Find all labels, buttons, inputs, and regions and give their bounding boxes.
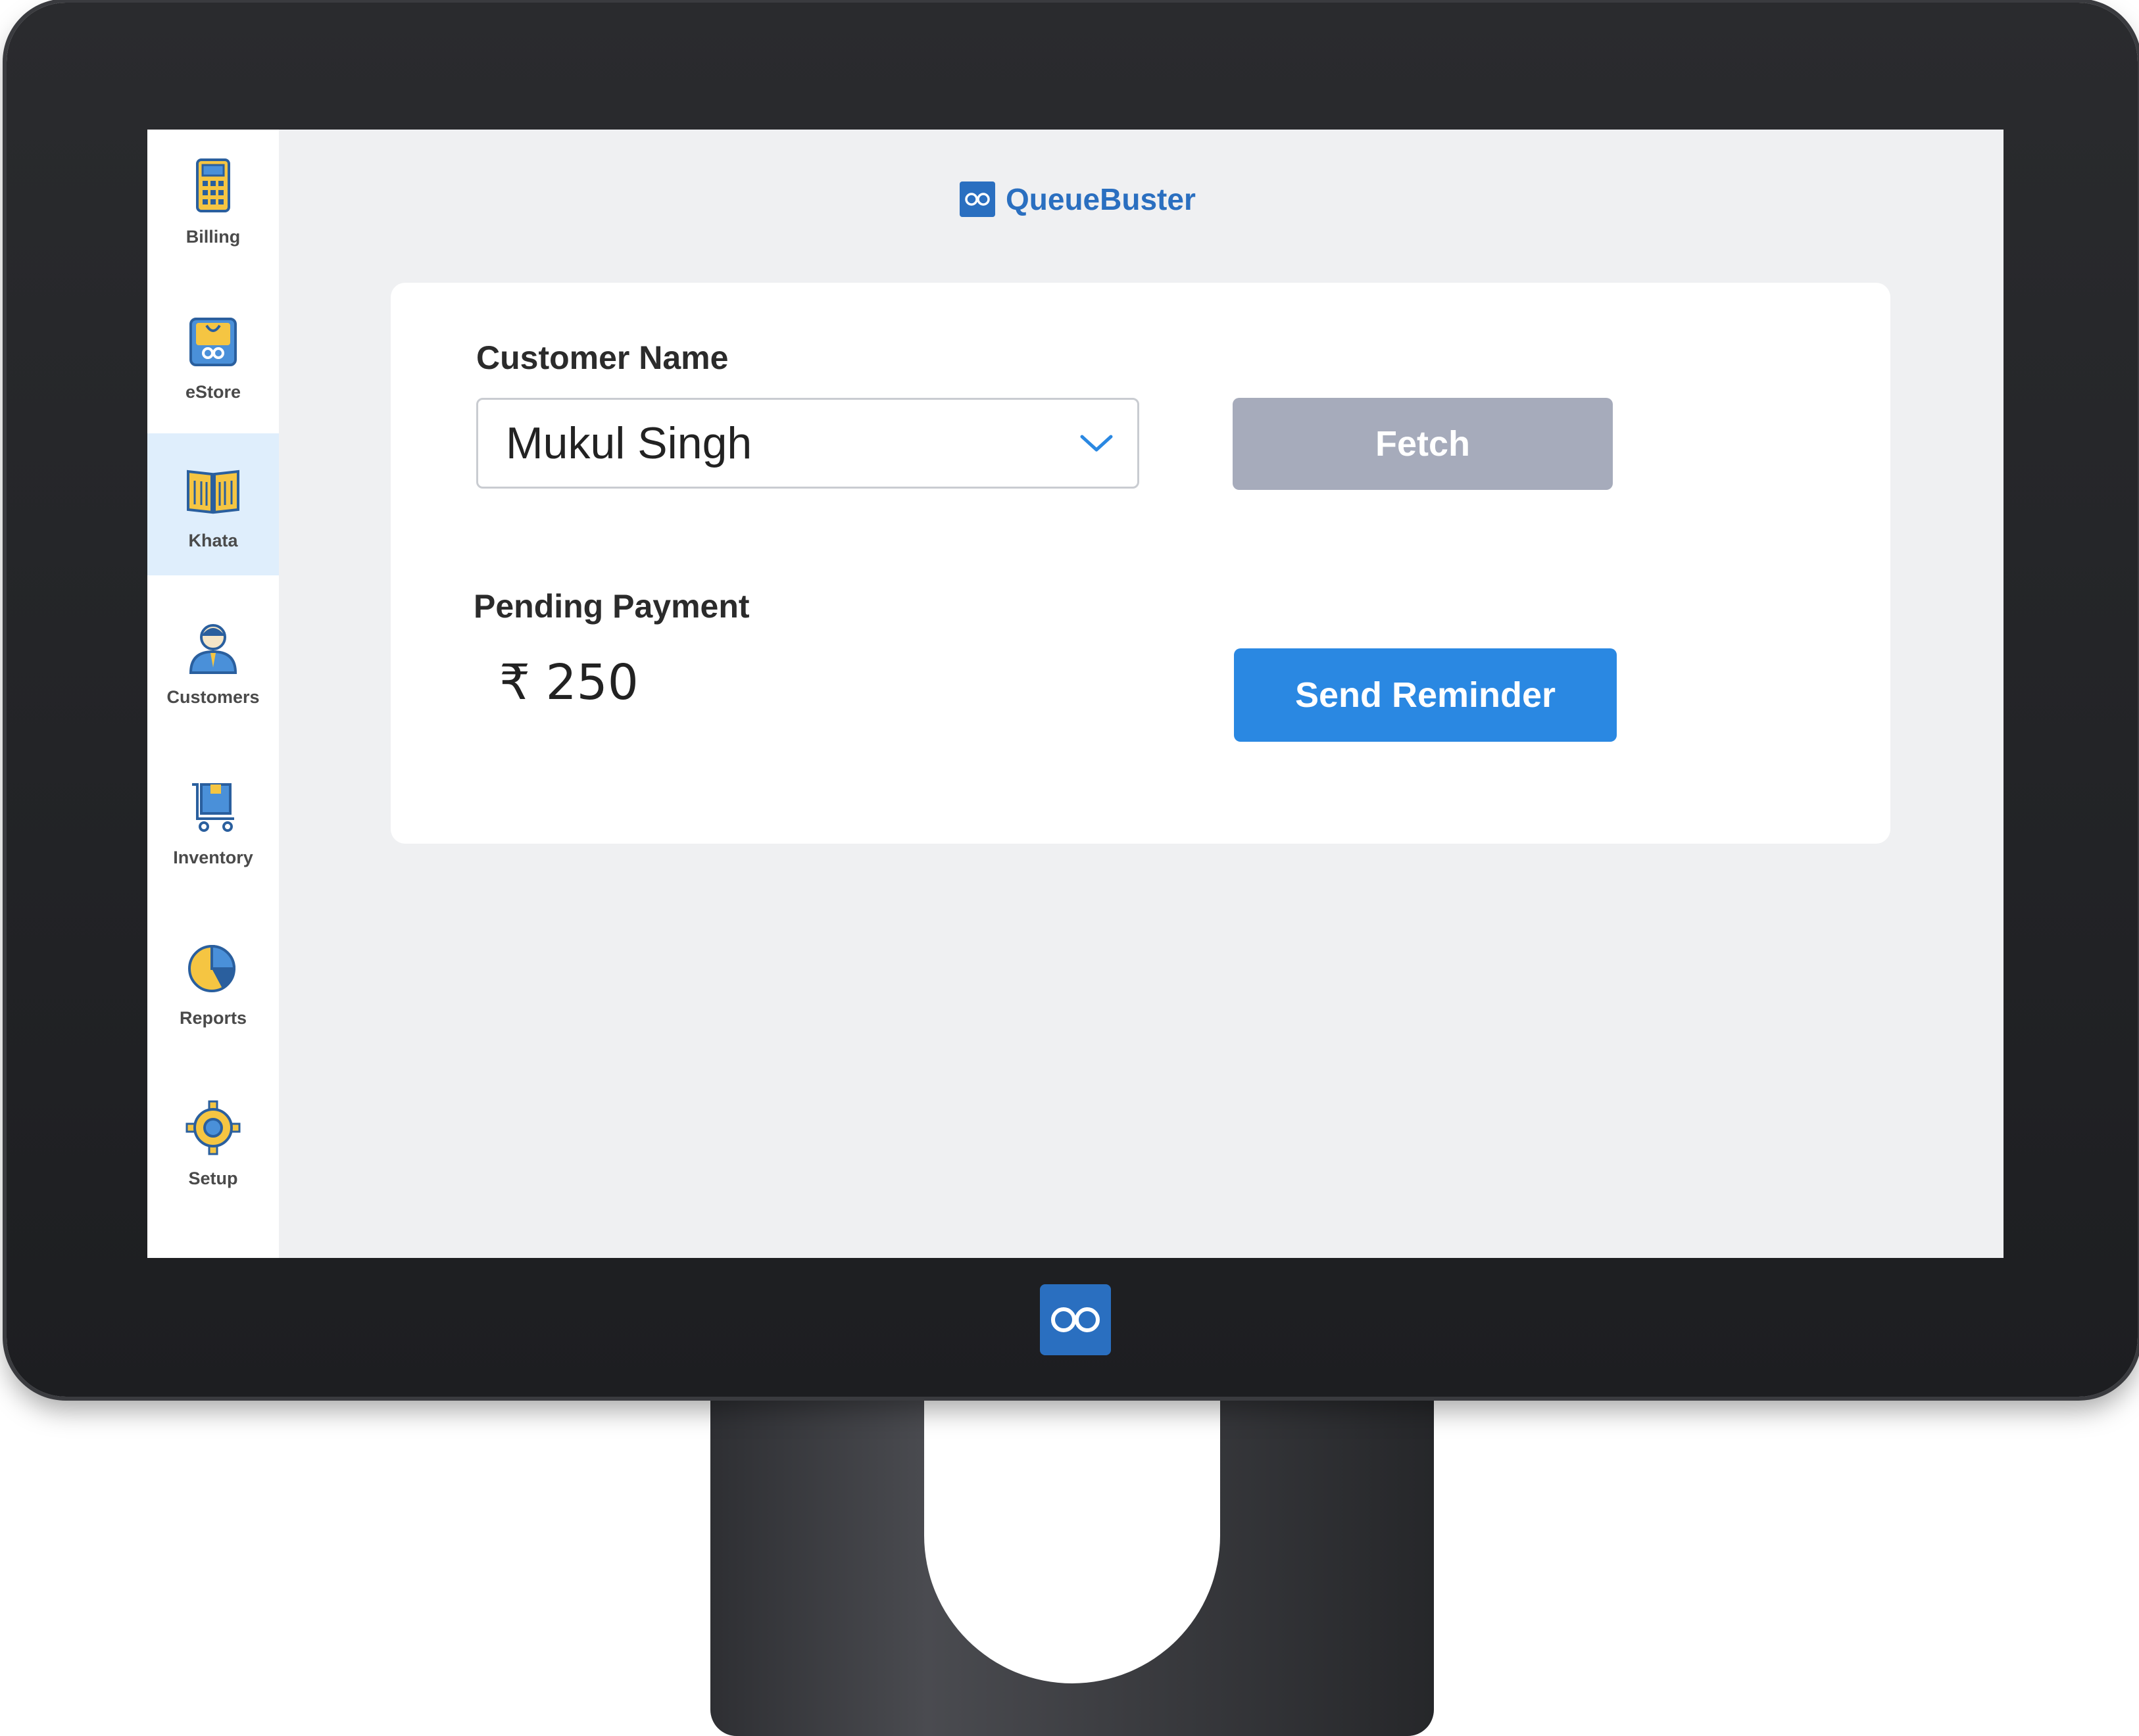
send-reminder-button[interactable]: Send Reminder [1234,648,1617,742]
brand-name: QueueBuster [1006,182,1196,216]
home-logo-button[interactable] [1040,1284,1111,1355]
sidebar-item-customers[interactable]: Customers [147,590,279,732]
customer-select-value: Mukul Singh [506,418,752,468]
customer-name-label: Customer Name [476,339,729,376]
sidebar-item-setup[interactable]: Setup [147,1071,279,1213]
sidebar-item-label: Billing [185,226,241,247]
brand-header: QueueBuster [960,181,1196,218]
chevron-down-icon [1080,435,1113,452]
brand-logo-icon [1051,1307,1100,1332]
monitor-bezel: Billing eStore Khata Customers Inventory… [7,3,2138,1397]
fetch-button[interactable]: Fetch [1233,398,1613,490]
khata-card: Customer Name Mukul Singh Fetch Pending … [391,283,1890,844]
sidebar-item-inventory[interactable]: Inventory [147,750,279,892]
pending-amount: ₹ 250 [499,654,639,711]
calculator-icon [196,158,230,212]
screen: Billing eStore Khata Customers Inventory… [147,130,2004,1258]
sidebar-item-label: Inventory [173,847,253,867]
sidebar-item-label: Customers [166,687,260,707]
sidebar-item-label: Setup [188,1168,238,1188]
ledger-book-icon [187,470,239,514]
sidebar-item-reports[interactable]: Reports [147,911,279,1053]
brand-logo-icon [960,181,995,217]
sidebar-item-billing[interactable]: Billing [147,130,279,272]
sidebar: Billing eStore Khata Customers Inventory… [147,130,279,1258]
sidebar-item-label: Khata [188,530,238,550]
sidebar-item-estore[interactable]: eStore [147,285,279,427]
pie-chart-icon [188,944,236,992]
customer-person-icon [189,623,237,674]
customer-select[interactable]: Mukul Singh [476,398,1139,489]
gear-icon [185,1100,241,1155]
sidebar-item-khata[interactable]: Khata [147,433,279,575]
pending-payment-label: Pending Payment [474,588,750,625]
sidebar-item-label: eStore [185,381,241,402]
store-bag-icon [189,317,237,366]
inventory-cart-icon [192,783,234,832]
sidebar-item-label: Reports [179,1007,247,1028]
